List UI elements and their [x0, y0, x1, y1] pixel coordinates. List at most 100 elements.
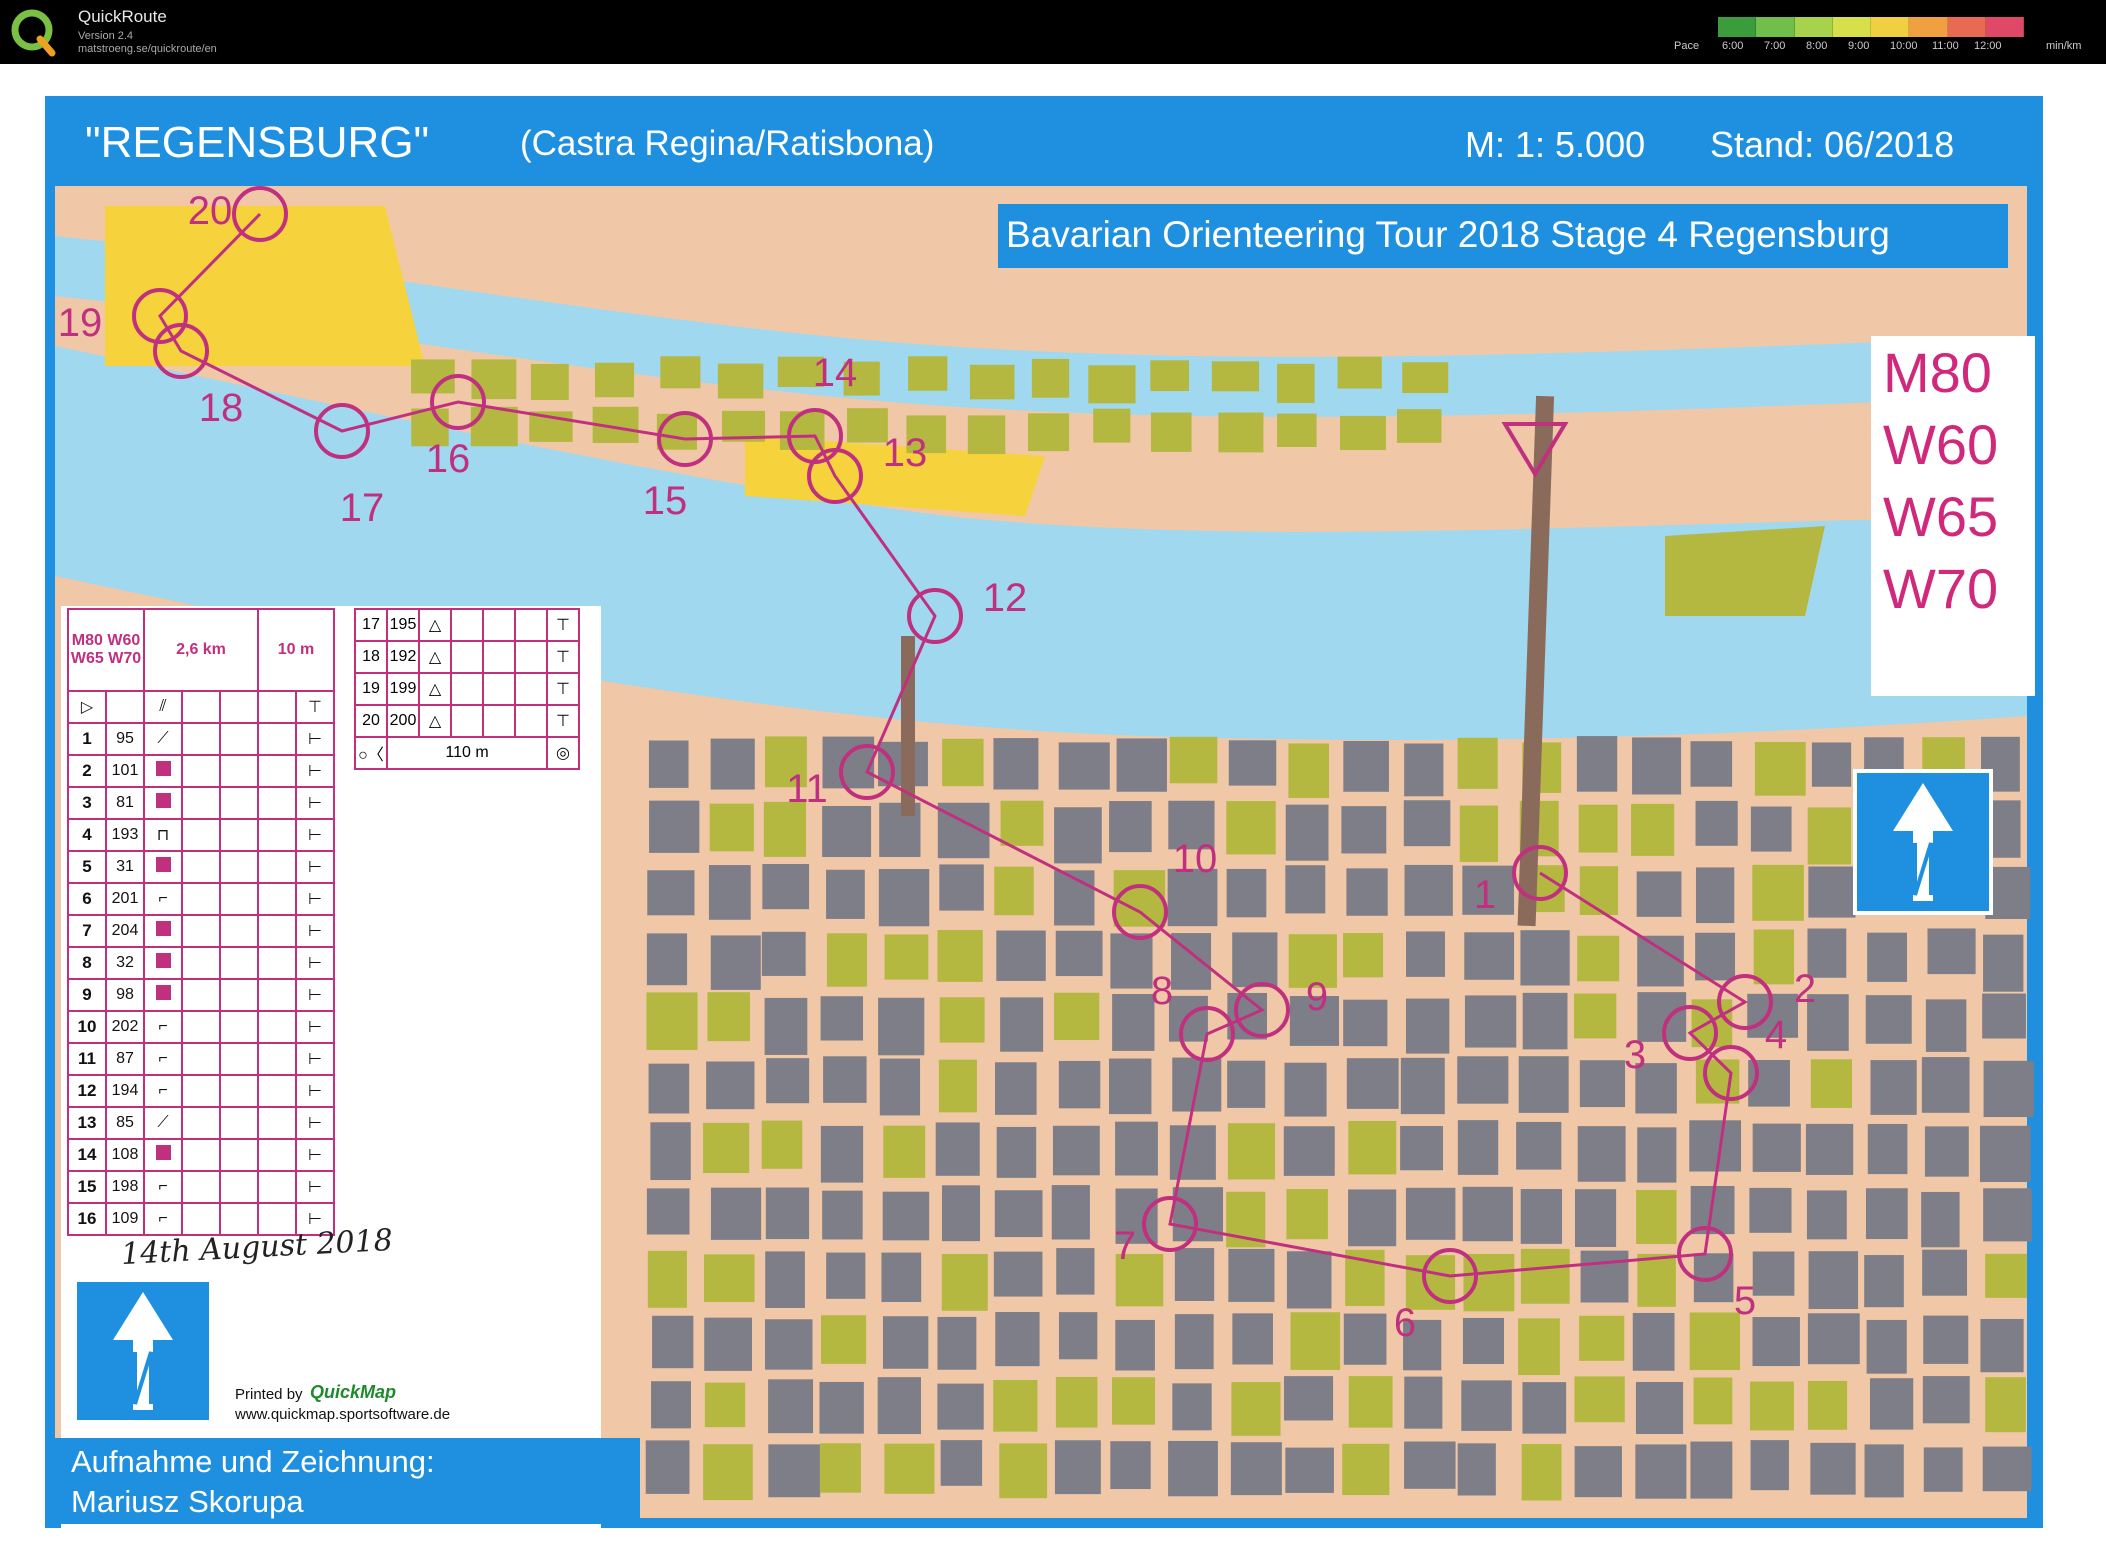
pace-tick: 12:00	[1974, 40, 2002, 52]
building-block	[1867, 1123, 1908, 1175]
control-code: 194	[105, 1074, 145, 1108]
control-label: 10	[1173, 837, 1218, 881]
building-block	[969, 364, 1015, 400]
orienteering-map-sheet[interactable]: 1 2 3 4 5 6 7 8 9 10 11 12 13 14 15 16 17 18 19 20 "REGENSB…	[45, 96, 2043, 1541]
building-block	[1348, 1189, 1397, 1247]
building-block	[1343, 999, 1388, 1047]
control-number: 3	[67, 786, 107, 820]
building-block	[996, 1126, 1037, 1178]
building-block	[1923, 1447, 1963, 1492]
pace-color-scale	[1718, 17, 2024, 37]
building-block	[1343, 740, 1389, 792]
cd-length: 2,6 km	[143, 608, 259, 692]
building-block	[1112, 993, 1155, 1051]
control-cell	[450, 608, 484, 642]
pace-unit: min/km	[2046, 40, 2082, 52]
control-cell	[514, 608, 548, 642]
control-label: 18	[199, 386, 244, 430]
feature-symbol-icon: △	[418, 640, 452, 674]
position-symbol-icon: ⊢	[295, 1042, 335, 1076]
control-cell	[257, 1138, 297, 1172]
building-block	[1168, 1440, 1218, 1497]
control-row: 3 81 ⊢	[67, 786, 335, 820]
feature-symbol-icon	[143, 1138, 183, 1172]
control-cell	[219, 1170, 259, 1204]
building-block	[1457, 1443, 1496, 1496]
building-block	[1285, 1447, 1334, 1493]
building-block	[710, 738, 755, 790]
building-block	[1690, 741, 1733, 787]
building-block	[1866, 1319, 1907, 1374]
building-block	[1690, 1441, 1733, 1499]
building-block	[995, 1312, 1040, 1367]
control-label: 19	[58, 301, 103, 345]
building-block	[708, 865, 751, 920]
control-row: 1 95 ⟋ ⊢	[67, 722, 335, 756]
control-number: 5	[67, 850, 107, 884]
building-block	[1337, 356, 1382, 389]
control-label: 6	[1394, 1301, 1416, 1345]
building-block	[1174, 1314, 1214, 1370]
control-label: 4	[1765, 1013, 1787, 1057]
building-block	[822, 1190, 863, 1240]
control-number: 14	[67, 1138, 107, 1172]
position-symbol-icon: ⊢	[295, 1138, 335, 1172]
building-block	[1406, 931, 1445, 977]
pace-tick: 6:00	[1722, 40, 1744, 52]
class-w65: W65	[1883, 485, 1999, 548]
pace-color-segment	[1794, 17, 1833, 37]
building-block	[1810, 1059, 1852, 1108]
building-block	[1211, 361, 1260, 392]
control-number: 17	[354, 608, 388, 642]
control-cell	[181, 1106, 221, 1140]
building-block	[993, 738, 1039, 790]
building-block	[1574, 1376, 1625, 1423]
building-block	[704, 1382, 746, 1428]
building-block	[1341, 806, 1387, 854]
control-row: 11 87 ⌐ ⊢	[67, 1042, 335, 1076]
building-block	[1923, 1315, 1969, 1364]
control-number: 2	[67, 754, 107, 788]
feature-symbol-icon: ⟋	[143, 1106, 183, 1140]
control-cell	[181, 754, 221, 788]
building-block	[1227, 1123, 1276, 1180]
feature-symbol-icon: ⌐	[143, 1074, 183, 1108]
building-block	[1230, 1442, 1282, 1496]
building-block	[941, 1254, 988, 1311]
building-block	[709, 803, 754, 852]
building-block	[1982, 993, 2026, 1039]
building-block	[1226, 868, 1267, 918]
control-description-table: M80 W60 W65 W70 2,6 km 10 m ▷ ⫽ ⊤ 1 95 ⟋ ⊢ 2 1…	[67, 608, 335, 1236]
feature-symbol-icon: △	[418, 608, 452, 642]
control-code: 98	[105, 978, 145, 1012]
building-block	[1228, 740, 1277, 786]
pace-color-segment	[1909, 17, 1948, 37]
map-scale: M: 1: 5.000	[1465, 124, 1646, 165]
control-cell	[257, 1170, 297, 1204]
building-block	[1516, 1121, 1562, 1170]
building-block	[1520, 930, 1570, 986]
position-symbol-icon: ⊤	[546, 608, 580, 642]
control-number: 4	[67, 818, 107, 852]
building-block	[1231, 1382, 1281, 1436]
feature-symbol-icon: ⌐	[143, 882, 183, 916]
control-cell	[181, 818, 221, 852]
building-block	[764, 997, 808, 1055]
building-block	[877, 1377, 921, 1435]
control-code: 32	[105, 946, 145, 980]
control-code: 109	[105, 1202, 145, 1236]
building-block	[1277, 413, 1317, 447]
building-block	[1693, 1377, 1733, 1425]
control-number: 8	[67, 946, 107, 980]
feature-symbol-icon	[143, 754, 183, 788]
building-block	[1404, 743, 1444, 797]
control-row: 19 199 △ ⊤	[354, 672, 580, 706]
control-number: 15	[67, 1170, 107, 1204]
cd-classes: M80 W60 W65 W70	[67, 608, 145, 692]
credits-line1: Aufnahme und Zeichnung:	[71, 1444, 435, 1479]
building-block	[1927, 928, 1976, 975]
building-block	[1577, 935, 1620, 982]
building-block	[819, 1443, 861, 1493]
control-cell	[181, 1010, 221, 1044]
control-code: 204	[105, 914, 145, 948]
